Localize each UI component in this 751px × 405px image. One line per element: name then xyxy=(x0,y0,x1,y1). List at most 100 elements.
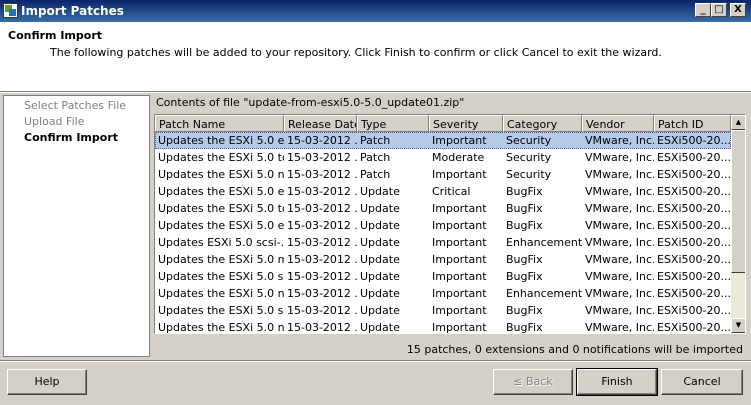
cell-type: Update xyxy=(360,270,400,283)
cell-release-date: 15-03-2012 ... xyxy=(287,202,357,215)
cell-patch-id: ESXi500-20... xyxy=(657,270,731,283)
cell-category: Security xyxy=(506,151,552,164)
table-row[interactable]: Updates the ESXi 5.0 e...15-03-2012 ...U… xyxy=(155,217,731,234)
cell-patch-id: ESXi500-20... xyxy=(657,253,731,266)
column-header-category[interactable]: Category xyxy=(503,115,582,132)
cell-patch-id: ESXi500-20... xyxy=(657,185,731,198)
cell-vendor: VMware, Inc. xyxy=(585,185,654,198)
wizard-steps-panel: Select Patches File Upload File Confirm … xyxy=(3,95,150,357)
cell-severity: Important xyxy=(432,304,487,317)
footer-divider-highlight xyxy=(0,361,751,362)
patches-table[interactable]: Patch Name Release Date Type Severity Ca… xyxy=(154,114,746,334)
step-upload-file: Upload File xyxy=(24,115,85,128)
table-row[interactable]: Updates the ESXi 5.0 n...15-03-2012 ...U… xyxy=(155,319,731,334)
column-header-type[interactable]: Type xyxy=(357,115,429,132)
cancel-button[interactable]: Cancel xyxy=(661,369,743,395)
cell-patch-id: ESXi500-20... xyxy=(657,321,731,334)
table-row[interactable]: Updates the ESXi 5.0 n...15-03-2012 ...U… xyxy=(155,285,731,302)
step-select-patches-file: Select Patches File xyxy=(24,99,127,112)
cell-patch-name: Updates the ESXi 5.0 n... xyxy=(158,287,284,300)
cell-type: Update xyxy=(360,321,400,334)
help-button[interactable]: Help xyxy=(7,369,87,395)
cell-patch-id: ESXi500-20... xyxy=(657,202,731,215)
column-header-release-date[interactable]: Release Date xyxy=(284,115,357,132)
table-row[interactable]: Updates the ESXi 5.0 n...15-03-2012 ...P… xyxy=(155,166,731,183)
cell-category: Enhancement xyxy=(506,236,582,249)
cell-patch-id: ESXi500-20... xyxy=(657,236,731,249)
cell-patch-name: Updates the ESXi 5.0 m... xyxy=(158,253,284,266)
cell-vendor: VMware, Inc. xyxy=(585,168,654,181)
cell-severity: Moderate xyxy=(432,151,485,164)
cell-category: Enhancement xyxy=(506,287,582,300)
cell-category: BugFix xyxy=(506,202,543,215)
scroll-up-arrow-icon[interactable]: ▲ xyxy=(731,115,745,130)
table-row[interactable]: Updates the ESXi 5.0 to...15-03-2012 ...… xyxy=(155,200,731,217)
cell-severity: Important xyxy=(432,253,487,266)
cell-release-date: 15-03-2012 ... xyxy=(287,304,357,317)
cell-severity: Important xyxy=(432,202,487,215)
cell-patch-id: ESXi500-20... xyxy=(657,287,731,300)
cell-vendor: VMware, Inc. xyxy=(585,321,654,334)
scrollbar-thumb[interactable] xyxy=(731,130,745,273)
column-header-severity[interactable]: Severity xyxy=(429,115,503,132)
vertical-scrollbar[interactable]: ▲ ▼ xyxy=(731,115,745,333)
table-row[interactable]: Updates the ESXi 5.0 s...15-03-2012 ...U… xyxy=(155,302,731,319)
table-row[interactable]: Updates the ESXi 5.0 to...15-03-2012 ...… xyxy=(155,149,731,166)
column-header-patch-id[interactable]: Patch ID xyxy=(654,115,731,132)
cell-severity: Critical xyxy=(432,185,471,198)
cell-patch-id: ESXi500-20... xyxy=(657,134,731,147)
cell-release-date: 15-03-2012 ... xyxy=(287,185,357,198)
cell-patch-name: Updates ESXi 5.0 scsi-... xyxy=(158,236,284,249)
table-row[interactable]: Updates the ESXi 5.0 s...15-03-2012 ...U… xyxy=(155,268,731,285)
cell-type: Update xyxy=(360,287,400,300)
table-row[interactable]: Updates ESXi 5.0 scsi-...15-03-2012 ...U… xyxy=(155,234,731,251)
cell-patch-name: Updates the ESXi 5.0 n... xyxy=(158,321,284,334)
cell-severity: Important xyxy=(432,219,487,232)
cell-patch-name: Updates the ESXi 5.0 n... xyxy=(158,168,284,181)
cell-type: Patch xyxy=(360,151,391,164)
cell-release-date: 15-03-2012 ... xyxy=(287,168,357,181)
cell-severity: Important xyxy=(432,270,487,283)
cell-patch-id: ESXi500-20... xyxy=(657,304,731,317)
cell-severity: Important xyxy=(432,287,487,300)
vsphere-app-icon xyxy=(3,3,18,18)
table-row[interactable]: Updates the ESXi 5.0 m...15-03-2012 ...U… xyxy=(155,251,731,268)
cell-type: Update xyxy=(360,185,400,198)
cell-vendor: VMware, Inc. xyxy=(585,253,654,266)
scroll-down-arrow-icon[interactable]: ▼ xyxy=(731,318,745,333)
column-header-vendor[interactable]: Vendor xyxy=(582,115,654,132)
maximize-button[interactable]: □ xyxy=(711,3,727,17)
cell-patch-name: Updates the ESXi 5.0 to... xyxy=(158,151,284,164)
cell-release-date: 15-03-2012 ... xyxy=(287,321,357,334)
back-button[interactable]: ≤ Back xyxy=(493,369,573,395)
cell-release-date: 15-03-2012 ... xyxy=(287,270,357,283)
cell-type: Update xyxy=(360,202,400,215)
cell-patch-name: Updates the ESXi 5.0 s... xyxy=(158,270,284,283)
table-row[interactable]: Updates the ESXi 5.0 e...15-03-2012 ...U… xyxy=(155,183,731,200)
close-button[interactable]: X xyxy=(730,3,746,17)
cell-patch-name: Updates the ESXi 5.0 e... xyxy=(158,185,284,198)
cell-vendor: VMware, Inc. xyxy=(585,219,654,232)
cell-release-date: 15-03-2012 ... xyxy=(287,287,357,300)
cell-vendor: VMware, Inc. xyxy=(585,151,654,164)
cell-category: BugFix xyxy=(506,321,543,334)
finish-button[interactable]: Finish xyxy=(576,368,658,396)
cell-patch-name: Updates the ESXi 5.0 e... xyxy=(158,134,284,147)
cell-vendor: VMware, Inc. xyxy=(585,287,654,300)
table-row[interactable]: Updates the ESXi 5.0 e...15-03-2012 ...P… xyxy=(155,132,731,149)
cell-severity: Important xyxy=(432,321,487,334)
cell-release-date: 15-03-2012 ... xyxy=(287,134,357,147)
cell-type: Patch xyxy=(360,168,391,181)
cell-release-date: 15-03-2012 ... xyxy=(287,151,357,164)
column-header-patch-name[interactable]: Patch Name xyxy=(155,115,284,132)
cell-release-date: 15-03-2012 ... xyxy=(287,219,357,232)
cell-severity: Important xyxy=(432,236,487,249)
minimize-button[interactable]: _ xyxy=(695,3,711,17)
window-title: Import Patches xyxy=(21,4,124,18)
cell-patch-name: Updates the ESXi 5.0 to... xyxy=(158,202,284,215)
cell-severity: Important xyxy=(432,134,487,147)
page-title: Confirm Import xyxy=(8,29,102,42)
cell-patch-id: ESXi500-20... xyxy=(657,151,731,164)
wizard-header: Confirm Import The following patches wil… xyxy=(0,22,751,92)
cell-category: Security xyxy=(506,134,552,147)
